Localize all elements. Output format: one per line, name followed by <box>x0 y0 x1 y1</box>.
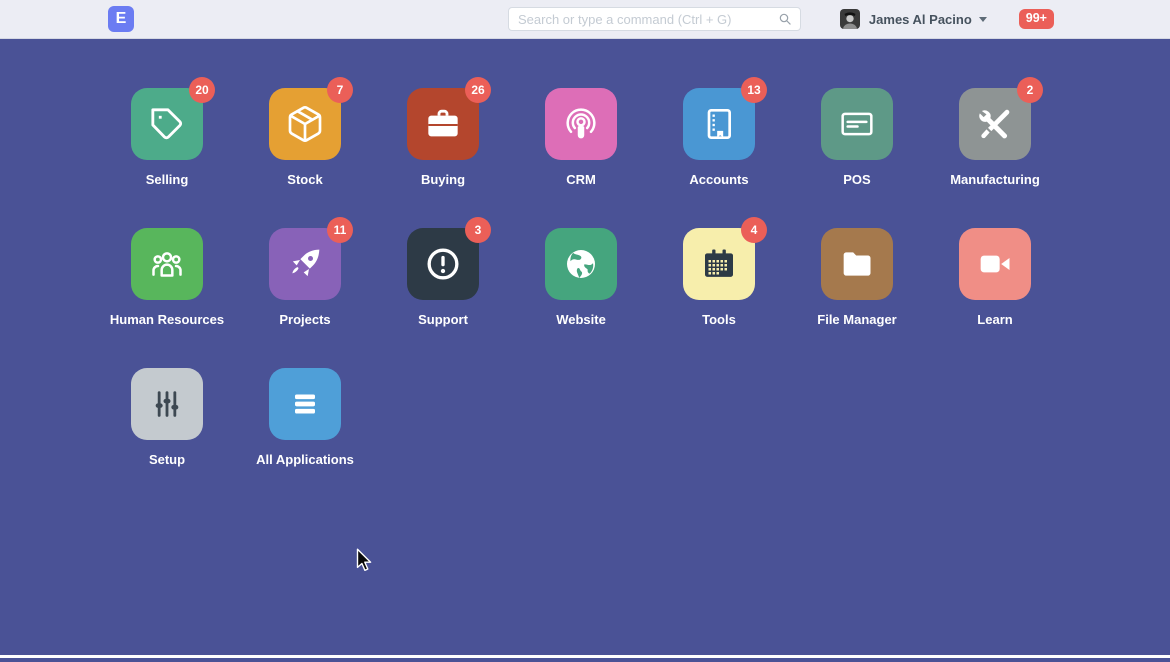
broadcast-icon[interactable] <box>545 88 617 160</box>
app-label: Learn <box>977 312 1012 327</box>
app-label: Setup <box>149 452 185 467</box>
app-label: Projects <box>279 312 330 327</box>
app-label: Selling <box>146 172 189 187</box>
folder-icon[interactable] <box>821 228 893 300</box>
user-name: James Al Pacino <box>869 12 972 27</box>
box-icon[interactable]: 7 <box>269 88 341 160</box>
notification-count-badge: 3 <box>465 217 491 243</box>
globe-icon[interactable] <box>545 228 617 300</box>
app-tile-support[interactable]: 3 Support <box>374 228 512 327</box>
app-tile-file-manager[interactable]: File Manager <box>788 228 926 327</box>
app-label: Human Resources <box>110 312 224 327</box>
global-search[interactable] <box>508 7 801 31</box>
desk-background: 20 Selling 7 Stock 26 Buying CRM 13 Acco… <box>0 39 1170 658</box>
app-tile-accounts[interactable]: 13 Accounts <box>650 88 788 187</box>
app-label: POS <box>843 172 870 187</box>
app-tile-website[interactable]: Website <box>512 228 650 327</box>
app-tile-all-applications[interactable]: All Applications <box>236 368 374 467</box>
credit-card-icon[interactable] <box>821 88 893 160</box>
app-logo[interactable]: E <box>108 6 134 32</box>
app-label: CRM <box>566 172 596 187</box>
people-group-icon[interactable] <box>131 228 203 300</box>
app-tile-projects[interactable]: 11 Projects <box>236 228 374 327</box>
notification-count-badge: 2 <box>1017 77 1043 103</box>
briefcase-icon[interactable]: 26 <box>407 88 479 160</box>
app-tile-human-resources[interactable]: Human Resources <box>98 228 236 327</box>
rocket-icon[interactable]: 11 <box>269 228 341 300</box>
app-label: Website <box>556 312 606 327</box>
app-label: Tools <box>702 312 736 327</box>
sliders-icon[interactable] <box>131 368 203 440</box>
alert-circle-icon[interactable]: 3 <box>407 228 479 300</box>
notifications-badge[interactable]: 99+ <box>1019 9 1054 29</box>
chevron-down-icon <box>979 17 987 22</box>
user-avatar[interactable] <box>840 9 860 29</box>
user-menu[interactable]: James Al Pacino <box>840 9 987 29</box>
app-tile-stock[interactable]: 7 Stock <box>236 88 374 187</box>
video-camera-icon[interactable] <box>959 228 1031 300</box>
app-tile-learn[interactable]: Learn <box>926 228 1064 327</box>
tag-icon[interactable]: 20 <box>131 88 203 160</box>
app-tile-setup[interactable]: Setup <box>98 368 236 467</box>
app-grid: 20 Selling 7 Stock 26 Buying CRM 13 Acco… <box>98 39 1064 508</box>
notification-count-badge: 13 <box>741 77 767 103</box>
app-label: Support <box>418 312 468 327</box>
search-input[interactable] <box>518 12 777 27</box>
calendar-icon[interactable]: 4 <box>683 228 755 300</box>
notification-count-badge: 20 <box>189 77 215 103</box>
mouse-cursor <box>356 548 374 574</box>
app-tile-crm[interactable]: CRM <box>512 88 650 187</box>
search-icon[interactable] <box>777 11 793 27</box>
navbar-inner: E James Al Pacino 99+ <box>0 6 1170 32</box>
app-label: All Applications <box>256 452 354 467</box>
notification-count-badge: 11 <box>327 217 353 243</box>
notification-count-badge: 4 <box>741 217 767 243</box>
notification-count-badge: 26 <box>465 77 491 103</box>
app-tile-pos[interactable]: POS <box>788 88 926 187</box>
top-navbar: E James Al Pacino 99+ <box>0 0 1170 39</box>
ledger-book-icon[interactable]: 13 <box>683 88 755 160</box>
wrench-screwdriver-icon[interactable]: 2 <box>959 88 1031 160</box>
app-label: Stock <box>287 172 322 187</box>
app-label: Buying <box>421 172 465 187</box>
notification-count-badge: 7 <box>327 77 353 103</box>
app-label: Manufacturing <box>950 172 1040 187</box>
app-tile-tools[interactable]: 4 Tools <box>650 228 788 327</box>
app-tile-manufacturing[interactable]: 2 Manufacturing <box>926 88 1064 187</box>
app-tile-buying[interactable]: 26 Buying <box>374 88 512 187</box>
menu-icon[interactable] <box>269 368 341 440</box>
app-label: File Manager <box>817 312 896 327</box>
bottom-edge <box>0 655 1170 658</box>
app-tile-selling[interactable]: 20 Selling <box>98 88 236 187</box>
app-label: Accounts <box>689 172 748 187</box>
